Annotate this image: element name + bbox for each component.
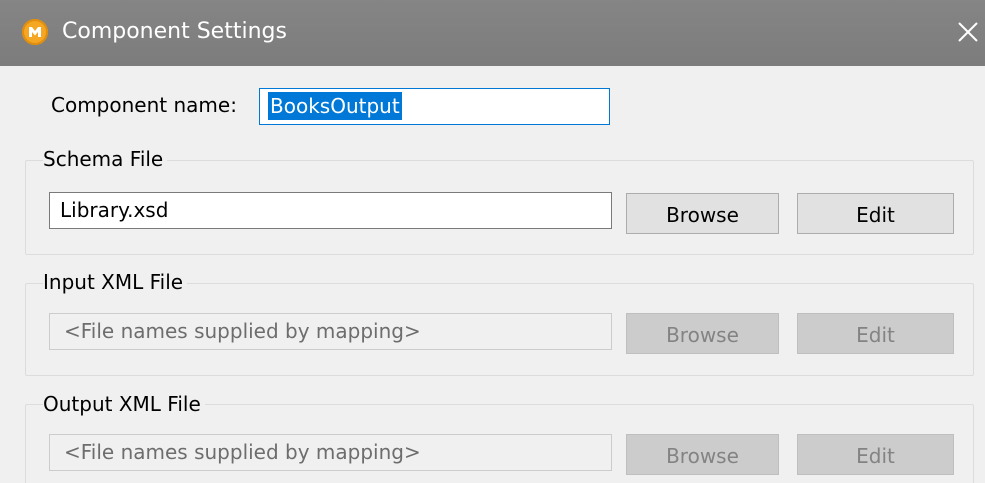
output-browse-button[interactable]: Browse xyxy=(626,434,779,475)
component-name-value: BooksOutput xyxy=(268,92,402,120)
schema-edit-button[interactable]: Edit xyxy=(797,193,954,234)
input-xml-file-group-label: Input XML File xyxy=(43,268,188,296)
altova-mapforce-icon xyxy=(22,19,48,45)
output-edit-button[interactable]: Edit xyxy=(797,434,954,475)
close-icon xyxy=(958,22,978,42)
title-bar[interactable]: Component Settings xyxy=(0,0,985,66)
schema-file-group-label: Schema File xyxy=(43,145,168,173)
input-xml-file-input[interactable]: <File names supplied by mapping> xyxy=(49,313,612,350)
input-browse-button[interactable]: Browse xyxy=(626,313,779,354)
output-xml-file-group-label: Output XML File xyxy=(43,390,205,418)
component-settings-dialog: Component Settings Component name: Books… xyxy=(0,0,985,483)
window-title: Component Settings xyxy=(62,19,287,44)
schema-browse-button[interactable]: Browse xyxy=(626,193,779,234)
input-edit-button[interactable]: Edit xyxy=(797,313,954,354)
component-name-input[interactable]: BooksOutput xyxy=(259,88,610,125)
component-name-label: Component name: xyxy=(51,93,237,117)
output-xml-file-input[interactable]: <File names supplied by mapping> xyxy=(49,434,612,471)
close-button[interactable] xyxy=(950,13,985,51)
schema-file-input[interactable]: Library.xsd xyxy=(49,192,612,229)
